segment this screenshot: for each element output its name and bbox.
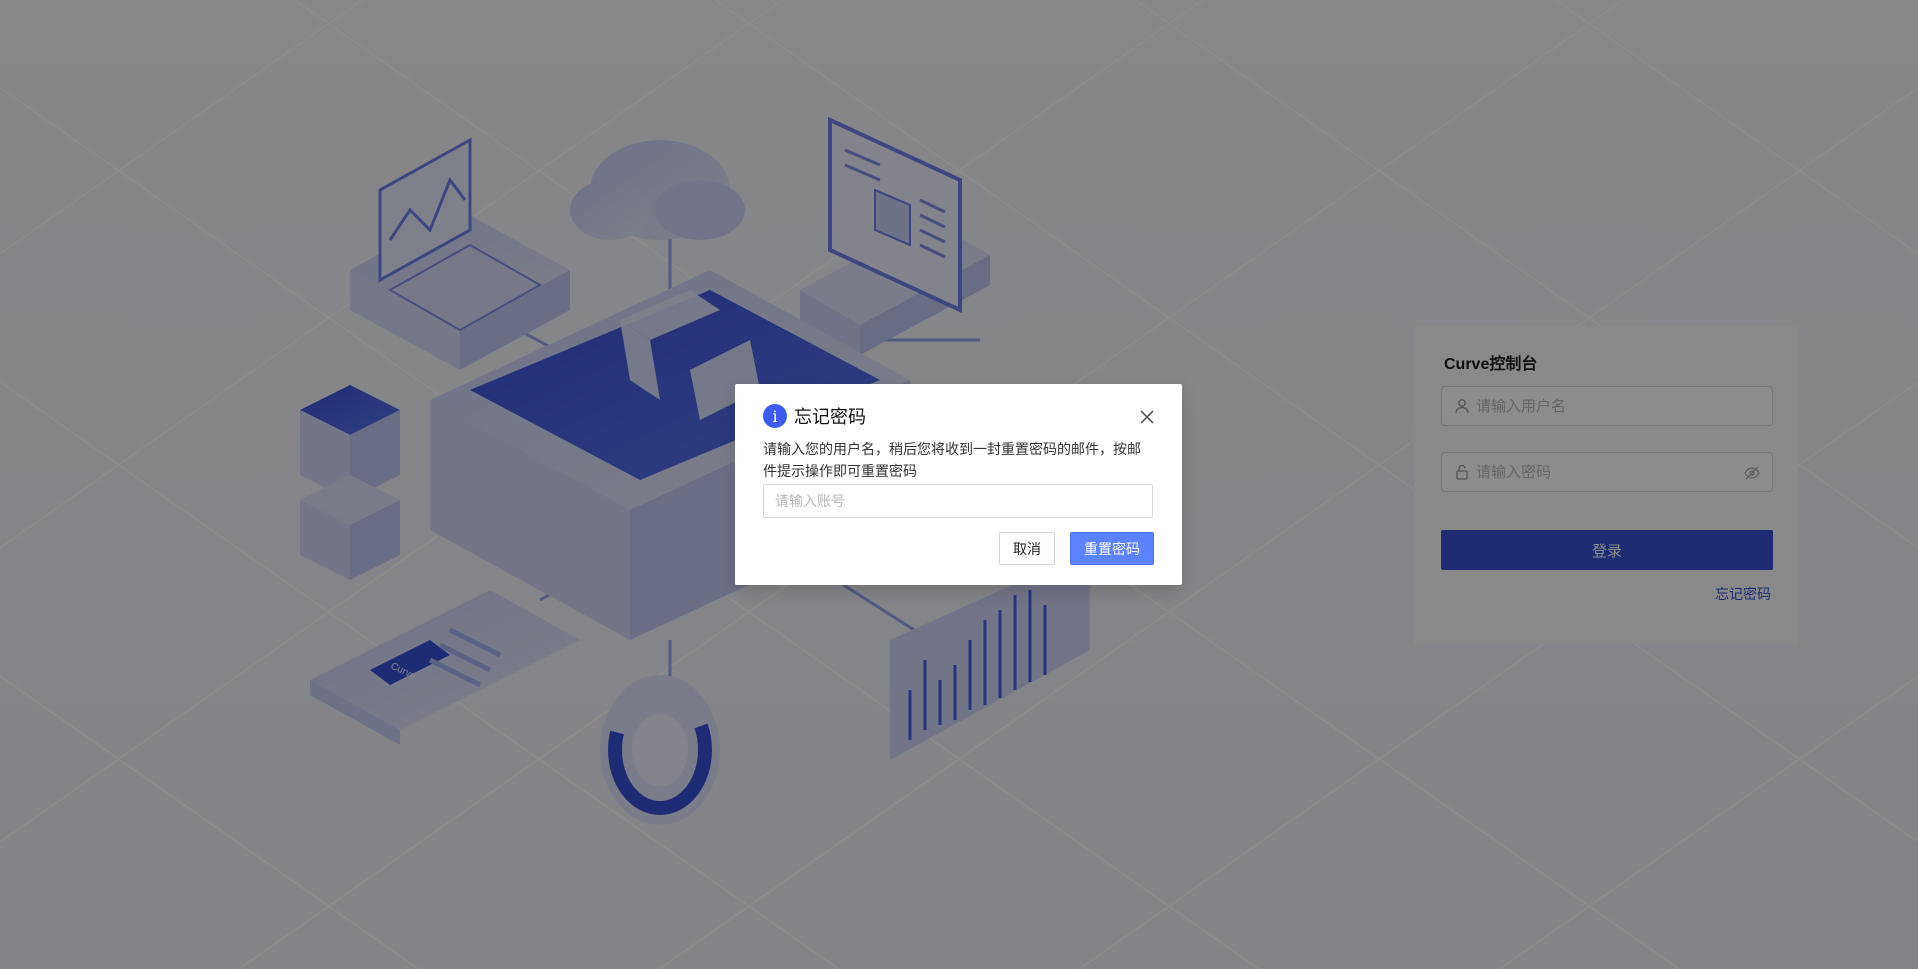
modal-header: i 忘记密码 <box>763 402 1154 430</box>
modal-title: 忘记密码 <box>794 407 866 427</box>
account-input[interactable] <box>763 484 1153 518</box>
close-icon[interactable] <box>1140 410 1154 424</box>
modal-description: 请输入您的用户名，稍后您将收到一封重置密码的邮件，按邮件提示操作即可重置密码 <box>763 441 1141 479</box>
reset-password-button[interactable]: 重置密码 <box>1070 532 1154 565</box>
cancel-button[interactable]: 取消 <box>999 532 1055 565</box>
modal-footer: 取消 重置密码 <box>999 532 1154 565</box>
forgot-password-modal: i 忘记密码 请输入您的用户名，稍后您将收到一封重置密码的邮件，按邮件提示操作即… <box>735 384 1182 585</box>
info-icon: i <box>763 404 787 428</box>
